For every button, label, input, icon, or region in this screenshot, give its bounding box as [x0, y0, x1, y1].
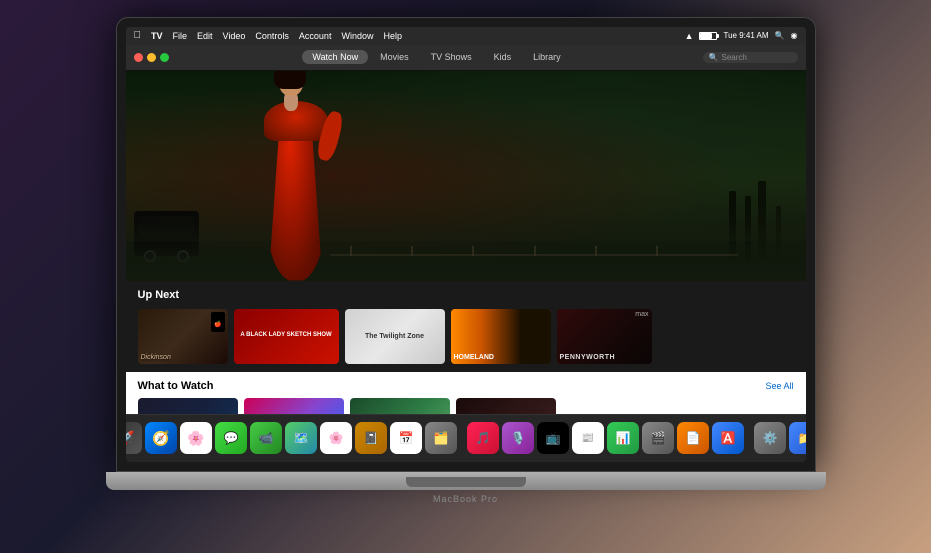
- close-button[interactable]: [134, 53, 143, 62]
- menu-file[interactable]: File: [173, 31, 188, 41]
- dock-folder[interactable]: 📁: [789, 422, 806, 454]
- up-next-title: Up Next: [138, 289, 794, 301]
- title-bar: Watch Now Movies TV Shows Kids Library 🔍…: [126, 45, 806, 71]
- menu-controls[interactable]: Controls: [255, 31, 289, 41]
- dock-podcasts[interactable]: 🎙️: [502, 422, 534, 454]
- tab-movies[interactable]: Movies: [370, 50, 419, 64]
- up-next-section: Up Next 🍎 Dickinson: [126, 281, 806, 372]
- minimize-button[interactable]: [147, 53, 156, 62]
- laptop-notch: [406, 477, 526, 487]
- menu-help[interactable]: Help: [383, 31, 402, 41]
- wifi-icon: ▲: [685, 31, 694, 41]
- section-header: What to Watch See All: [138, 380, 794, 392]
- traffic-lights: [134, 53, 169, 62]
- see-all-button[interactable]: See All: [765, 381, 793, 391]
- menu-bar:  TV File Edit Video Controls Account Wi…: [126, 27, 806, 45]
- spotlight-icon[interactable]: 🔍: [775, 31, 785, 40]
- siri-icon[interactable]: ◉: [791, 31, 798, 40]
- apple-menu[interactable]: : [134, 30, 142, 41]
- clock: Tue 9:41 AM: [723, 31, 768, 40]
- tab-watch-now[interactable]: Watch Now: [302, 50, 368, 64]
- laptop-base: MacBook Pro: [106, 472, 826, 490]
- up-next-row: 🍎 Dickinson A Black Lady Sketch Show: [138, 309, 794, 364]
- search-icon: 🔍: [709, 53, 719, 62]
- wtw-item-4[interactable]: [456, 398, 556, 414]
- mist: [126, 201, 806, 241]
- dock-calendar[interactable]: 📅: [390, 422, 422, 454]
- dock-photos-lib[interactable]: 🌸: [320, 422, 352, 454]
- dock-music[interactable]: 🎵: [467, 422, 499, 454]
- apple-tv-app: Watch Now Movies TV Shows Kids Library 🔍…: [126, 45, 806, 462]
- menu-bar-left:  TV File Edit Video Controls Account Wi…: [134, 30, 402, 41]
- thumb-pennyworth[interactable]: PENNYWORTH max: [557, 309, 652, 364]
- dock-messages[interactable]: 💬: [215, 422, 247, 454]
- hero-figure: [246, 71, 346, 281]
- laptop:  TV File Edit Video Controls Account Wi…: [106, 17, 826, 537]
- dock-appstore[interactable]: 🅰️: [712, 422, 744, 454]
- what-to-watch-title: What to Watch: [138, 380, 214, 392]
- thumb-twilight-zone[interactable]: The Twilight Zone: [345, 309, 445, 364]
- dock-facetime[interactable]: 📹: [250, 422, 282, 454]
- wtw-row: [138, 398, 794, 414]
- nav-tabs: Watch Now Movies TV Shows Kids Library: [302, 50, 570, 64]
- dock-system-prefs[interactable]: ⚙️: [754, 422, 786, 454]
- thumb-black-lady-sketch[interactable]: A Black Lady Sketch Show: [234, 309, 339, 364]
- wtw-item-1[interactable]: [138, 398, 238, 414]
- battery-indicator: [699, 32, 717, 40]
- search-bar[interactable]: 🔍 Search: [703, 52, 798, 63]
- dock-numbers[interactable]: 📊: [607, 422, 639, 454]
- menu-account[interactable]: Account: [299, 31, 332, 41]
- dock: 😊 🚀 🧭 🌸: [126, 414, 806, 462]
- dock-apple-tv[interactable]: 📺: [537, 422, 569, 454]
- what-to-watch-section: What to Watch See All: [126, 372, 806, 414]
- dock-safari[interactable]: 🧭: [145, 422, 177, 454]
- zoom-button[interactable]: [160, 53, 169, 62]
- screen:  TV File Edit Video Controls Account Wi…: [126, 27, 806, 462]
- content-area: Up Next 🍎 Dickinson: [126, 71, 806, 414]
- screen-bezel:  TV File Edit Video Controls Account Wi…: [116, 17, 816, 472]
- dock-news[interactable]: 📰: [572, 422, 604, 454]
- dock-imovie[interactable]: 🎬: [642, 422, 674, 454]
- wtw-item-2[interactable]: [244, 398, 344, 414]
- dock-photos[interactable]: 🌸: [180, 422, 212, 454]
- laptop-model-name: MacBook Pro: [106, 494, 826, 504]
- tab-tv-shows[interactable]: TV Shows: [421, 50, 482, 64]
- dock-manager[interactable]: 🗂️: [425, 422, 457, 454]
- dock-launchpad[interactable]: 🚀: [126, 422, 143, 454]
- menu-tv[interactable]: TV: [151, 31, 163, 41]
- menu-video[interactable]: Video: [223, 31, 246, 41]
- menu-edit[interactable]: Edit: [197, 31, 213, 41]
- menu-bar-right: ▲ Tue 9:41 AM 🔍 ◉: [685, 31, 798, 41]
- tab-library[interactable]: Library: [523, 50, 571, 64]
- macos-window:  TV File Edit Video Controls Account Wi…: [126, 27, 806, 462]
- hero-section: [126, 71, 806, 281]
- dock-maps[interactable]: 🗺️: [285, 422, 317, 454]
- wtw-item-3[interactable]: [350, 398, 450, 414]
- menu-window[interactable]: Window: [341, 31, 373, 41]
- dock-notebooks[interactable]: 📓: [355, 422, 387, 454]
- search-placeholder: Search: [722, 53, 792, 62]
- tab-kids[interactable]: Kids: [484, 50, 522, 64]
- thumb-homeland[interactable]: HOMELAND: [451, 309, 551, 364]
- thumb-dickinson[interactable]: 🍎 Dickinson: [138, 309, 228, 364]
- dock-pages[interactable]: 📄: [677, 422, 709, 454]
